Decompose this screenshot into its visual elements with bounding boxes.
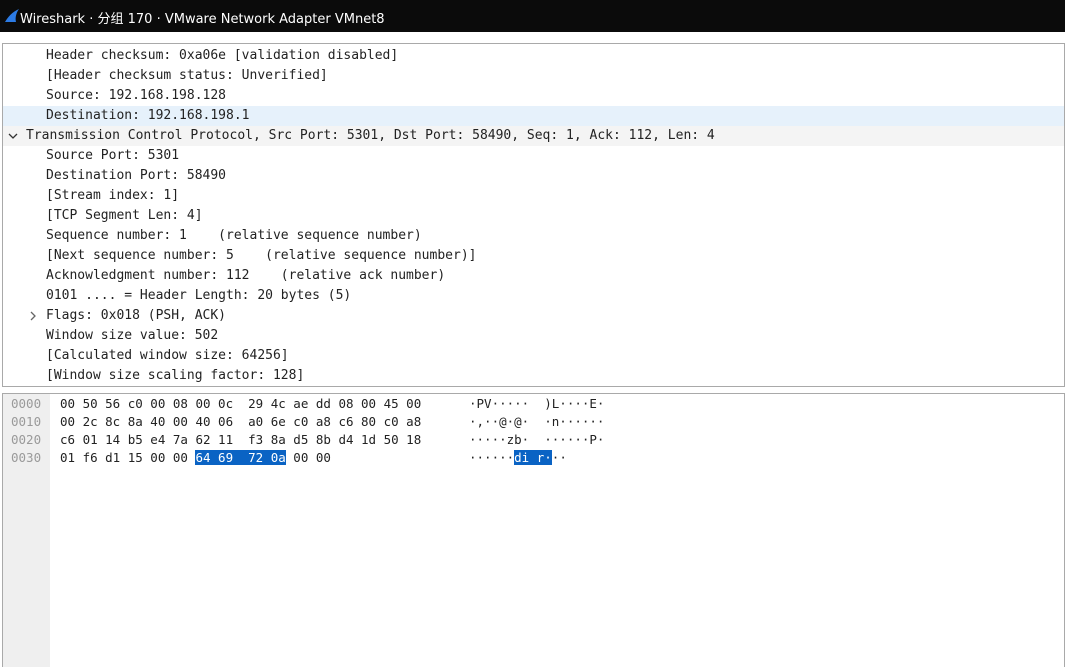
hex-bytes-selected: 64 69 72 0a — [195, 450, 286, 465]
detail-text: Acknowledgment number: 112 (relative ack… — [46, 268, 446, 283]
detail-text: [TCP Segment Len: 4] — [46, 208, 203, 223]
detail-row-segment-len[interactable]: [TCP Segment Len: 4] — [3, 206, 1064, 226]
detail-row-calculated-window[interactable]: [Calculated window size: 64256] — [3, 346, 1064, 366]
detail-text: Source: 192.168.198.128 — [46, 88, 227, 103]
ascii-selected: di r· — [514, 450, 552, 465]
detail-text: [Calculated window size: 64256] — [46, 348, 289, 363]
window-titlebar[interactable]: Wireshark · 分组 170 · VMware Network Adap… — [0, 0, 1065, 32]
tcp-protocol-header-row[interactable]: Transmission Control Protocol, Src Port:… — [3, 126, 1064, 146]
hex-bytes-unselected: 00 00 — [285, 450, 331, 465]
hex-offset: 0030 — [11, 450, 42, 465]
window-title: Wireshark · 分组 170 · VMware Network Adap… — [20, 12, 385, 27]
detail-text: Sequence number: 1 (relative sequence nu… — [46, 228, 422, 243]
detail-text: Source Port: 5301 — [46, 148, 180, 163]
detail-row-header-length[interactable]: 0101 .... = Header Length: 20 bytes (5) — [3, 286, 1064, 306]
detail-text: Flags: 0x018 (PSH, ACK) — [46, 308, 227, 323]
detail-row-sequence-number[interactable]: Sequence number: 1 (relative sequence nu… — [3, 226, 1064, 246]
detail-row-window-size[interactable]: Window size value: 502 — [3, 326, 1064, 346]
hex-row[interactable]: 0000 00 50 56 c0 00 08 00 0c 29 4c ae dd… — [3, 395, 1064, 413]
packet-details-pane[interactable]: Header checksum: 0xa06e [validation disa… — [2, 43, 1065, 387]
detail-row-source[interactable]: Source: 192.168.198.128 — [3, 86, 1064, 106]
detail-row-source-port[interactable]: Source Port: 5301 — [3, 146, 1064, 166]
ascii-bytes[interactable]: ·,··@·@· ·n······ — [469, 413, 604, 431]
hex-bytes[interactable]: c6 01 14 b5 e4 7a 62 11 f3 8a d5 8b d4 1… — [60, 431, 421, 449]
detail-row-stream-index[interactable]: [Stream index: 1] — [3, 186, 1064, 206]
detail-row-ack-number[interactable]: Acknowledgment number: 112 (relative ack… — [3, 266, 1064, 286]
ascii-unselected: ······ — [469, 450, 515, 465]
detail-row-checksum-status[interactable]: [Header checksum status: Unverified] — [3, 66, 1064, 86]
detail-text: Window size value: 502 — [46, 328, 219, 343]
hex-bytes[interactable]: 00 50 56 c0 00 08 00 0c 29 4c ae dd 08 0… — [60, 395, 421, 413]
chevron-down-icon[interactable] — [8, 126, 20, 146]
detail-text: Header checksum: 0xa06e [validation disa… — [46, 48, 399, 63]
hex-offset: 0000 — [11, 396, 42, 411]
detail-row-scaling-factor[interactable]: [Window size scaling factor: 128] — [3, 366, 1064, 386]
detail-row-header-checksum[interactable]: Header checksum: 0xa06e [validation disa… — [3, 46, 1064, 66]
packet-bytes-pane[interactable]: 0000 00 50 56 c0 00 08 00 0c 29 4c ae dd… — [2, 393, 1065, 667]
hex-bytes[interactable]: 01 f6 d1 15 00 00 64 69 72 0a 00 00 — [60, 449, 331, 467]
detail-text: [Next sequence number: 5 (relative seque… — [46, 248, 477, 263]
hex-offset: 0010 — [11, 414, 42, 429]
hex-bytes-unselected: 01 f6 d1 15 00 00 — [60, 450, 196, 465]
detail-row-flags[interactable]: Flags: 0x018 (PSH, ACK) — [3, 306, 1064, 326]
hex-row[interactable]: 0030 01 f6 d1 15 00 00 64 69 72 0a 00 00… — [3, 449, 1064, 467]
hex-offset: 0020 — [11, 432, 42, 447]
detail-text: Destination: 192.168.198.1 — [46, 108, 250, 123]
detail-text: [Header checksum status: Unverified] — [46, 68, 328, 83]
hex-row[interactable]: 0020 c6 01 14 b5 e4 7a 62 11 f3 8a d5 8b… — [3, 431, 1064, 449]
detail-text: [Window size scaling factor: 128] — [46, 368, 305, 383]
ascii-bytes[interactable]: ·PV····· )L····E· — [469, 395, 604, 413]
detail-text: 0101 .... = Header Length: 20 bytes (5) — [46, 288, 352, 303]
chevron-right-icon[interactable] — [28, 306, 40, 326]
detail-row-next-sequence[interactable]: [Next sequence number: 5 (relative seque… — [3, 246, 1064, 266]
hex-bytes[interactable]: 00 2c 8c 8a 40 00 40 06 a0 6e c0 a8 c6 8… — [60, 413, 421, 431]
tcp-header-text: Transmission Control Protocol, Src Port:… — [26, 128, 715, 143]
ascii-bytes[interactable]: ······di r··· — [469, 449, 567, 467]
ascii-bytes[interactable]: ·····zb· ······P· — [469, 431, 604, 449]
hex-row[interactable]: 0010 00 2c 8c 8a 40 00 40 06 a0 6e c0 a8… — [3, 413, 1064, 431]
wireshark-fin-icon — [5, 9, 19, 22]
detail-text: [Stream index: 1] — [46, 188, 180, 203]
detail-row-destination-port[interactable]: Destination Port: 58490 — [3, 166, 1064, 186]
detail-row-destination[interactable]: Destination: 192.168.198.1 — [3, 106, 1064, 126]
detail-text: Destination Port: 58490 — [46, 168, 227, 183]
ascii-unselected: ·· — [551, 450, 567, 465]
